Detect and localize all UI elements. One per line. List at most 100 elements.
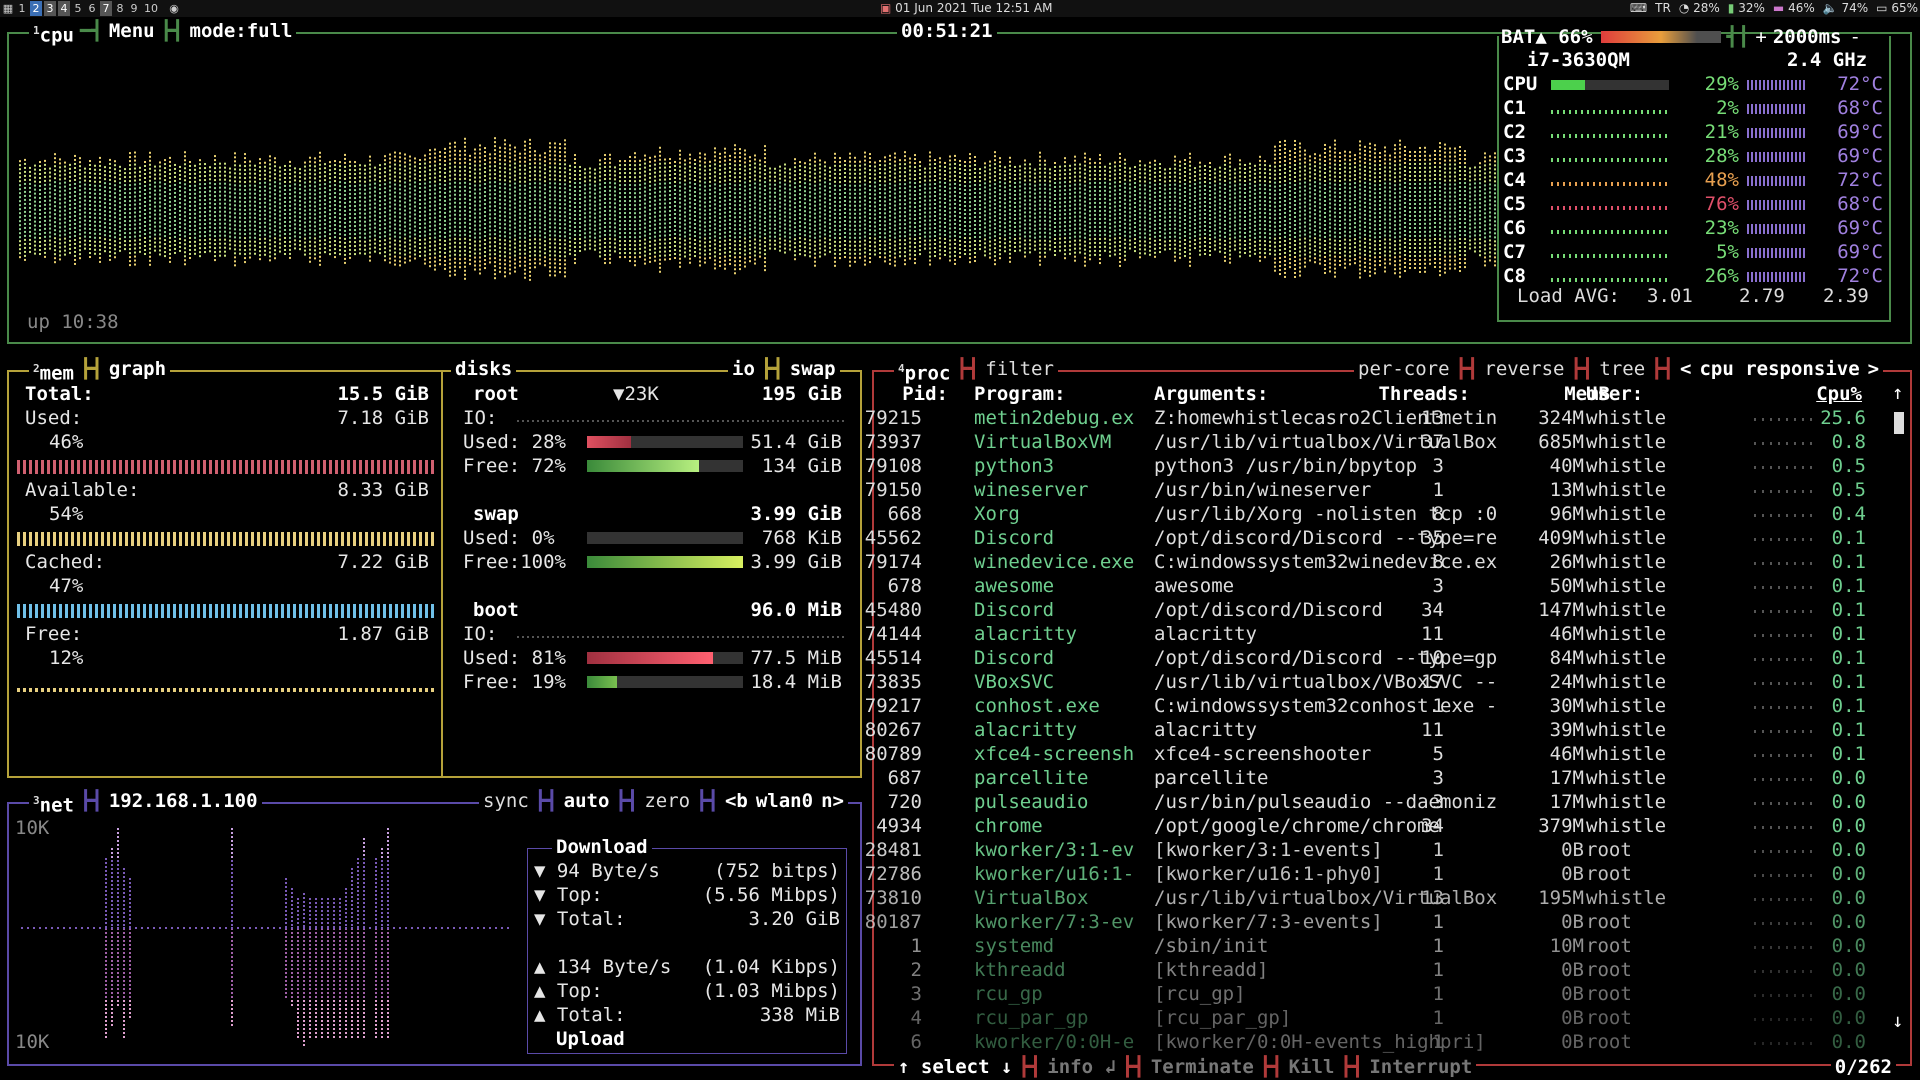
cpu-graph-dot — [309, 256, 311, 259]
cpu-graph-dot — [749, 172, 751, 175]
cpu-graph-dot — [294, 239, 296, 242]
cpu-title[interactable]: 1cpu — [29, 20, 78, 47]
cpu-graph-dot — [339, 197, 341, 200]
cpu-graph-dot — [454, 209, 456, 212]
cpu-graph-dot — [129, 156, 131, 159]
cpu-graph-dot — [469, 202, 471, 205]
cpu-graph-dot — [134, 223, 136, 226]
cpu-graph-dot — [704, 181, 706, 184]
cpu-graph-dot — [704, 173, 706, 176]
cpu-graph-dot — [439, 155, 441, 158]
cpu-graph-dot — [284, 252, 286, 255]
cpu-graph-dot — [539, 182, 541, 185]
cpu-graph-dot — [849, 260, 851, 263]
cpu-graph-dot — [179, 237, 181, 240]
cpu-graph-dot — [104, 226, 106, 229]
cpu-graph-dot — [134, 167, 136, 170]
cpu-graph-dot — [269, 211, 271, 214]
cpu-graph-dot — [899, 251, 901, 254]
cpu-graph-dot — [794, 218, 796, 221]
cpu-graph-dot — [429, 245, 431, 248]
layout-icon[interactable]: ▦ — [2, 1, 14, 16]
cpu-graph-dot — [754, 190, 756, 193]
cpu-graph-dot — [339, 237, 341, 240]
cpu-graph-dot — [449, 154, 451, 157]
cpu-graph-dot — [54, 233, 56, 236]
cpu-graph-dot — [519, 164, 521, 167]
cpu-graph-dot — [239, 164, 241, 167]
cpu-graph-dot — [304, 217, 306, 220]
cpu-graph-dot — [64, 161, 66, 164]
cpu-graph-dot — [329, 237, 331, 240]
cpu-graph-dot — [449, 274, 451, 277]
workspace-4[interactable]: 4 — [58, 1, 70, 16]
cpu-graph-dot — [849, 236, 851, 239]
cpu-graph-dot — [594, 244, 596, 247]
cpu-graph-dot — [54, 185, 56, 188]
cpu-graph-dot — [549, 170, 551, 173]
workspace-7[interactable]: 7 — [100, 1, 112, 16]
cpu-graph-dot — [849, 240, 851, 243]
cpu-graph-dot — [484, 235, 486, 238]
workspace-6[interactable]: 6 — [86, 1, 98, 16]
cpu-graph-dot — [274, 193, 276, 196]
cpu-graph-dot — [509, 256, 511, 259]
cpu-graph-dot — [344, 229, 346, 232]
cpu-graph-dot — [814, 212, 816, 215]
cpu-graph-dot — [194, 200, 196, 203]
cpu-graph-dot — [184, 207, 186, 210]
cpu-graph-dot — [749, 208, 751, 211]
cpu-graph-dot — [129, 204, 131, 207]
cpu-graph-dot — [829, 206, 831, 209]
cpu-graph-dot — [334, 208, 336, 211]
cpu-graph-dot — [764, 241, 766, 244]
cpu-graph-dot — [914, 174, 916, 177]
cpu-graph-dot — [39, 213, 41, 216]
cpu-graph-dot — [34, 184, 36, 187]
cpu-graph-dot — [164, 199, 166, 202]
cpu-graph-dot — [194, 232, 196, 235]
keyboard-icon[interactable]: ⌨ — [1630, 1, 1647, 15]
workspace-1[interactable]: 1 — [16, 1, 28, 16]
workspace-5[interactable]: 5 — [72, 1, 84, 16]
cpu-graph-dot — [714, 171, 716, 174]
workspace-3[interactable]: 3 — [44, 1, 56, 16]
cpu-graph-dot — [574, 198, 576, 201]
workspace-9[interactable]: 9 — [128, 1, 140, 16]
cpu-graph-dot — [819, 231, 821, 234]
mode-button[interactable]: mode:full — [185, 20, 297, 47]
cpu-graph-dot — [539, 206, 541, 209]
cpu-graph-dot — [809, 191, 811, 194]
cpu-graph-dot — [229, 207, 231, 210]
cpu-graph-dot — [164, 159, 166, 162]
cpu-graph-dot — [199, 207, 201, 210]
cpu-graph-dot — [764, 145, 766, 148]
cpu-graph-dot — [229, 235, 231, 238]
tray-volume[interactable]: 🔈 74% — [1823, 1, 1868, 15]
cpu-graph-dot — [669, 194, 671, 197]
cpu-graph-dot — [554, 170, 556, 173]
cpu-graph-dot — [264, 181, 266, 184]
cpu-graph-dot — [264, 221, 266, 224]
cpu-graph-dot — [334, 228, 336, 231]
workspace-2[interactable]: 2 — [30, 1, 42, 16]
cpu-graph-dot — [779, 209, 781, 212]
cpu-graph-dot — [369, 239, 371, 242]
cpu-graph-dot — [749, 196, 751, 199]
cpu-graph-dot — [449, 238, 451, 241]
cpu-graph-dot — [179, 221, 181, 224]
cpu-graph-dot — [279, 214, 281, 217]
cpu-graph-dot — [559, 215, 561, 218]
cpu-graph-dot — [944, 205, 946, 208]
cpu-graph-dot — [124, 240, 126, 243]
cpu-graph-dot — [439, 251, 441, 254]
cpu-graph-dot — [34, 240, 36, 243]
workspace-8[interactable]: 8 — [114, 1, 126, 16]
workspace-10[interactable]: 10 — [142, 1, 160, 16]
cpu-graph-dot — [514, 146, 516, 149]
cpu-graph-dot — [499, 254, 501, 257]
menu-button[interactable]: Menu — [104, 20, 159, 47]
cpu-graph-dot — [319, 231, 321, 234]
recorder-icon[interactable]: ◉ — [168, 1, 180, 16]
cpu-graph-dot — [39, 161, 41, 164]
